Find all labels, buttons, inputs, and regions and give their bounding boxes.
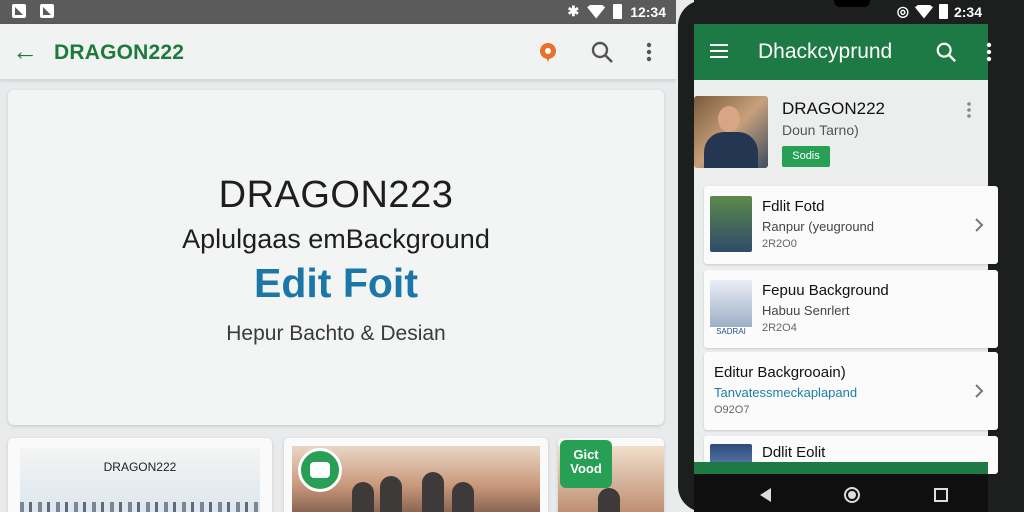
hero-subtitle: Aplulgaas emBackground	[182, 224, 490, 254]
navigation-bar	[694, 474, 988, 512]
thumbnail-badge: Gict Vood	[560, 440, 612, 488]
list-item-subtitle: Habuu Senrlert	[762, 303, 850, 318]
chevron-right-icon	[975, 384, 984, 398]
gallery-icon	[40, 4, 54, 18]
list-item-meta: 2R2O4	[762, 322, 797, 334]
list-item[interactable]: Editur Backgrooain) Tanvatessmeckaplapan…	[704, 352, 998, 430]
camera-notch	[834, 0, 870, 7]
nav-recents-icon[interactable]	[934, 488, 948, 502]
nav-home-icon[interactable]	[844, 487, 860, 503]
hero-caption: Hepur Bachto & Desian	[226, 322, 446, 345]
avatar	[694, 96, 768, 168]
location-pin-icon[interactable]	[537, 41, 559, 63]
more-vert-icon[interactable]	[642, 40, 656, 64]
list-item[interactable]: SADRAI Fepuu Background Habuu Senrlert 2…	[704, 270, 998, 348]
chat-badge-icon[interactable]	[298, 448, 342, 492]
phone-device: ◎ 2:34 Dhackcyprund DRAGON222 Doun Tarno…	[678, 0, 1024, 512]
alarm-icon: ◎	[896, 3, 909, 19]
status-bar: ◎ 2:34	[694, 0, 988, 24]
wifi-icon	[587, 4, 606, 19]
menu-icon[interactable]	[710, 44, 728, 58]
app-title: Dhackcyprund	[758, 40, 893, 63]
hero-accent: Edit Foit	[254, 260, 418, 306]
nav-back-icon[interactable]	[760, 488, 771, 502]
list-item-subtitle: Ranpur (yeuground	[762, 219, 875, 234]
skyline-image	[20, 502, 260, 512]
thumbnail-caption: SADRAI	[710, 327, 752, 336]
status-badge[interactable]: Sodis	[782, 146, 830, 167]
back-arrow-icon[interactable]: ←	[12, 38, 38, 64]
app-title: DRAGON222	[54, 41, 185, 64]
battery-icon	[938, 4, 948, 19]
search-icon[interactable]	[590, 40, 614, 64]
thumbnail-card[interactable]	[284, 438, 548, 512]
app-bar: ← DRAGON222	[0, 24, 676, 80]
search-icon[interactable]	[935, 41, 957, 63]
list-item-meta: O92O7	[714, 404, 750, 416]
wifi-icon	[914, 4, 933, 19]
notification-icon	[12, 4, 26, 18]
bluetooth-icon: ✱	[567, 3, 580, 19]
list-item-title: Ddlit Eolit	[762, 444, 826, 461]
status-bar: ✱ 12:34	[0, 0, 676, 24]
list-item-subtitle: Tanvatessmeckaplapand	[714, 385, 858, 400]
thumbnail-card[interactable]: DRAGON222	[8, 438, 272, 512]
app-bar: Dhackcyprund	[694, 24, 988, 80]
profile-name: DRAGON222	[782, 99, 885, 118]
list-item-title: Fdlit Fotd	[762, 198, 825, 215]
list-item-title: Editur Backgrooain)	[714, 364, 846, 381]
profile-header[interactable]: DRAGON222 Doun Tarno) Sodis	[688, 90, 982, 176]
battery-icon	[613, 4, 623, 19]
list-thumbnail	[710, 196, 752, 252]
hero-card[interactable]: DRAGON223 Aplulgaas emBackground Edit Fo…	[8, 90, 664, 425]
status-time: 2:34	[953, 3, 982, 20]
status-time: 12:34	[630, 3, 666, 20]
list-thumbnail: SADRAI	[710, 280, 752, 336]
profile-subtitle: Doun Tarno)	[782, 122, 859, 138]
bottom-bar	[694, 462, 988, 474]
more-vert-icon[interactable]	[984, 40, 994, 64]
chevron-right-icon	[975, 218, 984, 232]
hero-title: DRAGON223	[218, 174, 454, 216]
list-item[interactable]: Fdlit Fotd Ranpur (yeuground 2R2O0	[704, 186, 998, 264]
thumbnail-card[interactable]: Gict Vood	[558, 438, 664, 512]
thumbnail-label: DRAGON222	[103, 460, 177, 474]
tablet-screen: ✱ 12:34 ← DRAGON222 DRAGON223 Aplulgaas …	[0, 0, 676, 512]
list-item-title: Fepuu Background	[762, 282, 889, 299]
more-vert-icon[interactable]	[965, 100, 973, 120]
list-item-meta: 2R2O0	[762, 238, 797, 250]
